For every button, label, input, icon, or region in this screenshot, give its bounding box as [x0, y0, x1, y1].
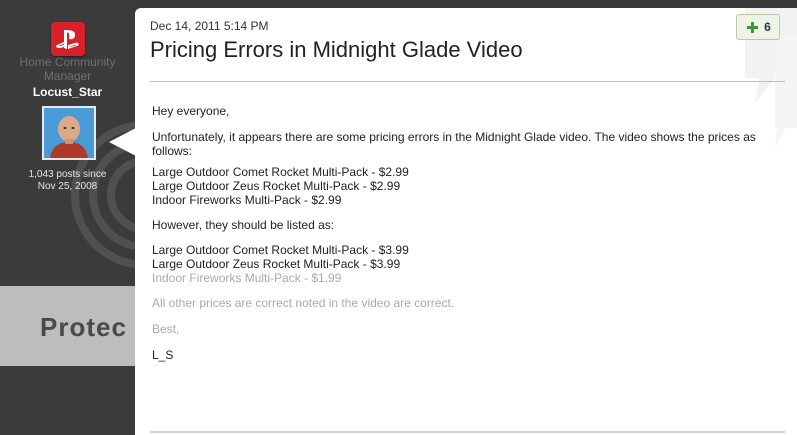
however-line: However, they should be listed as: [152, 218, 335, 232]
wrong-price-1: Large Outdoor Comet Rocket Multi-Pack - … [152, 165, 409, 179]
post-body: Hey everyone, Unfortunately, it appears … [152, 104, 772, 362]
greeting-line: Hey everyone, [152, 104, 230, 118]
correct-price-1: Large Outdoor Comet Rocket Multi-Pack - … [152, 243, 409, 257]
author-username[interactable]: Locust_Star [0, 85, 135, 99]
bottom-divider [150, 431, 785, 433]
title-divider [150, 81, 785, 82]
closing-line: Best, [152, 322, 180, 336]
kudos-button[interactable]: 6 [736, 14, 780, 40]
join-date: Nov 25, 2008 [37, 181, 98, 192]
correct-price-2: Large Outdoor Zeus Rocket Multi-Pack - $… [152, 257, 401, 271]
post-date: Dec 14, 2011 5:14 PM [150, 19, 269, 33]
kudos-plus-icon [747, 22, 759, 33]
speech-pointer [109, 128, 136, 156]
other-prices-line: All other prices are correct noted in th… [152, 296, 455, 310]
wrong-price-2: Large Outdoor Zeus Rocket Multi-Pack - $… [152, 179, 401, 193]
background-banner-text: Protec [40, 312, 127, 342]
correct-price-3: Indoor Fireworks Multi-Pack - $1.99 [152, 271, 342, 285]
signature-line: L_S [152, 348, 174, 362]
intro-paragraph: Unfortunately, it appears there are some… [152, 130, 756, 158]
author-role: Home Community Manager [19, 55, 116, 83]
post-count-text: 1,043 posts since [28, 169, 107, 180]
post-count: 1,043 posts since Nov 25, 2008 [0, 169, 135, 193]
playstation-logo-icon[interactable] [51, 22, 85, 56]
wrong-price-3: Indoor Fireworks Multi-Pack - $2.99 [152, 193, 342, 207]
avatar[interactable] [42, 106, 96, 160]
kudos-count: 6 [764, 20, 771, 34]
page-title: Pricing Errors in Midnight Glade Video [150, 37, 523, 62]
